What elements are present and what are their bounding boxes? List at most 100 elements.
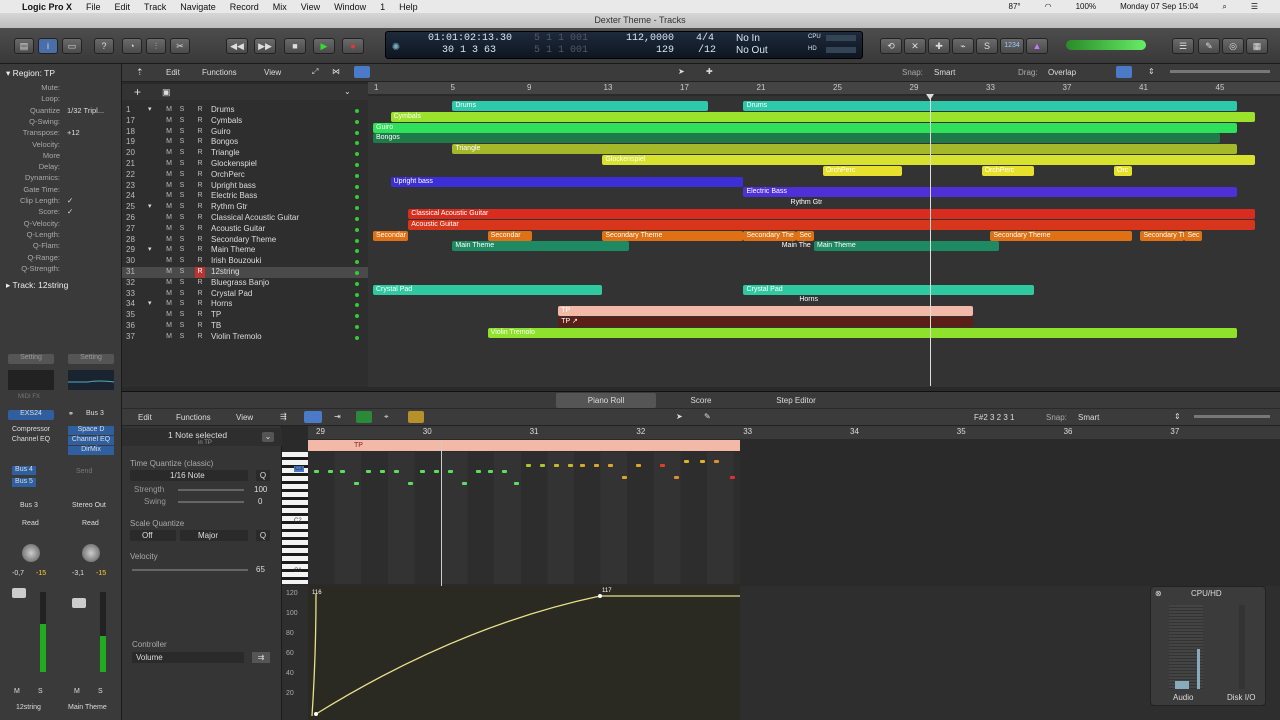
menu-file[interactable]: File — [86, 2, 101, 12]
waveform-icon[interactable] — [1116, 66, 1132, 78]
replace-icon[interactable]: ✕ — [904, 38, 926, 54]
inspector-icon[interactable]: i — [38, 38, 58, 54]
send-slot-right[interactable]: Send — [76, 468, 92, 475]
pr-midi-in-icon[interactable] — [304, 411, 322, 423]
rewind-icon[interactable]: ◀◀ — [226, 38, 248, 54]
solo-button[interactable]: S — [177, 235, 187, 246]
master-volume-slider[interactable] — [1066, 40, 1146, 50]
tab-piano-roll[interactable]: Piano Roll — [556, 393, 656, 408]
track-header-options-icon[interactable]: ⌄ — [344, 87, 351, 96]
midi-note[interactable] — [502, 470, 507, 473]
menu-navigate[interactable]: Navigate — [180, 2, 216, 12]
tracks-view-menu[interactable]: View — [264, 68, 281, 77]
track-name[interactable]: Guiro — [211, 127, 231, 138]
midi-note[interactable] — [636, 464, 641, 467]
pr-vzoom-icon[interactable]: ⇕ — [1174, 412, 1181, 421]
region-param-value[interactable]: ✓ — [67, 207, 73, 216]
up-arrow-icon[interactable]: ⇡ — [136, 67, 144, 78]
track-activity-led[interactable] — [355, 217, 359, 221]
region-param-row[interactable]: Q-Strength: — [0, 264, 118, 275]
mute-button[interactable]: M — [164, 256, 174, 267]
solo-left[interactable]: S — [38, 688, 43, 695]
track-name[interactable]: TB — [211, 321, 221, 332]
snap-select[interactable]: Smart — [934, 68, 955, 77]
output-right[interactable]: Stereo Out — [72, 502, 106, 509]
setting-button-left[interactable]: Setting — [8, 354, 54, 364]
tracks-functions-menu[interactable]: Functions — [202, 68, 237, 77]
midi-note[interactable] — [434, 470, 439, 473]
folder-disclosure-icon[interactable]: ▾ — [148, 105, 152, 116]
lcd-division[interactable]: /12 — [698, 45, 716, 56]
mute-button[interactable]: M — [164, 224, 174, 235]
metronome-icon[interactable]: ▲ — [1026, 38, 1048, 54]
track-name[interactable]: TP — [211, 310, 221, 321]
solo-button[interactable]: S — [177, 181, 187, 192]
track-name[interactable]: Cymbals — [211, 116, 242, 127]
midi-note[interactable] — [366, 470, 371, 473]
time-quantize-select[interactable]: 1/16 Note — [130, 470, 248, 481]
pr-pointer-icon[interactable]: ➤ — [676, 412, 683, 421]
autopunch-icon[interactable]: ✚ — [928, 38, 950, 54]
menu-help[interactable]: Help — [399, 2, 418, 12]
scale-quantize-major[interactable]: Major — [180, 530, 248, 541]
region[interactable]: Crystal Pad — [373, 284, 603, 295]
track-activity-led[interactable] — [355, 195, 359, 200]
region-param-row[interactable]: Delay: — [0, 162, 118, 173]
waveform-zoom-icon[interactable]: ⋈ — [332, 67, 340, 76]
scale-quantize-off[interactable]: Off — [130, 530, 176, 541]
track-activity-led[interactable] — [355, 249, 359, 254]
mute-button[interactable]: M — [164, 245, 174, 256]
folder-region-label[interactable]: Main The — [779, 241, 811, 251]
vertical-zoom-icon[interactable]: ⇕ — [1148, 67, 1155, 76]
track-header[interactable]: 32 M S R Bluegrass Banjo — [122, 278, 368, 289]
region[interactable]: Violin Tremolo — [487, 327, 1238, 338]
selection-menu-icon[interactable]: ⌄ — [262, 432, 274, 442]
region-param-row[interactable]: Q-Range: — [0, 253, 118, 264]
record-icon[interactable]: ● — [342, 38, 364, 54]
mute-button[interactable]: M — [164, 299, 174, 310]
catch-icon[interactable] — [354, 66, 370, 78]
solo-button[interactable]: S — [177, 202, 187, 213]
midi-note[interactable] — [594, 464, 599, 467]
fader-left[interactable] — [12, 588, 26, 598]
menu-window[interactable]: Window — [334, 2, 366, 12]
link-icon[interactable]: ⚭ — [68, 410, 74, 418]
midi-note[interactable] — [714, 460, 719, 463]
track-header[interactable]: 29 M S R Main Theme ▾ — [122, 245, 368, 256]
track-activity-led[interactable] — [355, 314, 359, 319]
automation-point-b[interactable]: 117 — [602, 588, 612, 594]
cpu-hd-window[interactable]: ⊗ CPU/HD Audio Disk I/O — [1150, 586, 1266, 706]
bar-ruler[interactable]: 1 5 9 13 17 21 25 29 33 37 41 45 — [368, 82, 1280, 94]
record-enable-button[interactable]: R — [195, 299, 205, 310]
track-header[interactable]: 35 M S R TP — [122, 310, 368, 321]
library-icon[interactable]: ▤ — [14, 38, 34, 54]
region[interactable]: OrchPerc — [981, 165, 1035, 176]
fader-right[interactable] — [72, 598, 86, 608]
menu-track[interactable]: Track — [144, 2, 166, 12]
mute-button[interactable]: M — [164, 105, 174, 116]
record-enable-button[interactable]: R — [195, 332, 205, 343]
track-activity-led[interactable] — [355, 260, 359, 265]
mute-left[interactable]: M — [14, 688, 20, 695]
pr-pencil-icon[interactable]: ✎ — [704, 412, 711, 421]
track-name[interactable]: Triangle — [211, 148, 240, 159]
track-activity-led[interactable] — [355, 119, 359, 124]
track-activity-led[interactable] — [355, 163, 359, 167]
solo-right[interactable]: S — [98, 688, 103, 695]
pr-edit-menu[interactable]: Edit — [138, 413, 152, 422]
eq-display-right[interactable] — [68, 370, 115, 390]
browsers-icon[interactable]: ▦ — [1246, 38, 1268, 54]
midi-note[interactable] — [380, 470, 385, 473]
record-enable-button[interactable]: R — [195, 310, 205, 321]
track-activity-led[interactable] — [355, 325, 359, 329]
solo-button[interactable]: S — [177, 127, 187, 138]
region-param-value[interactable]: 1/32 Tripl... — [67, 106, 104, 115]
track-activity-led[interactable] — [355, 184, 359, 189]
region[interactable]: TP — [558, 306, 973, 317]
solo-button[interactable]: S — [177, 310, 187, 321]
track-header[interactable]: 34 M S R Horns ▾ — [122, 299, 368, 310]
track-header[interactable]: 19 M S R Bongos — [122, 137, 368, 148]
track-activity-led[interactable] — [355, 335, 359, 340]
midi-note[interactable] — [328, 470, 333, 473]
folder-disclosure-icon[interactable]: ▾ — [148, 202, 152, 213]
